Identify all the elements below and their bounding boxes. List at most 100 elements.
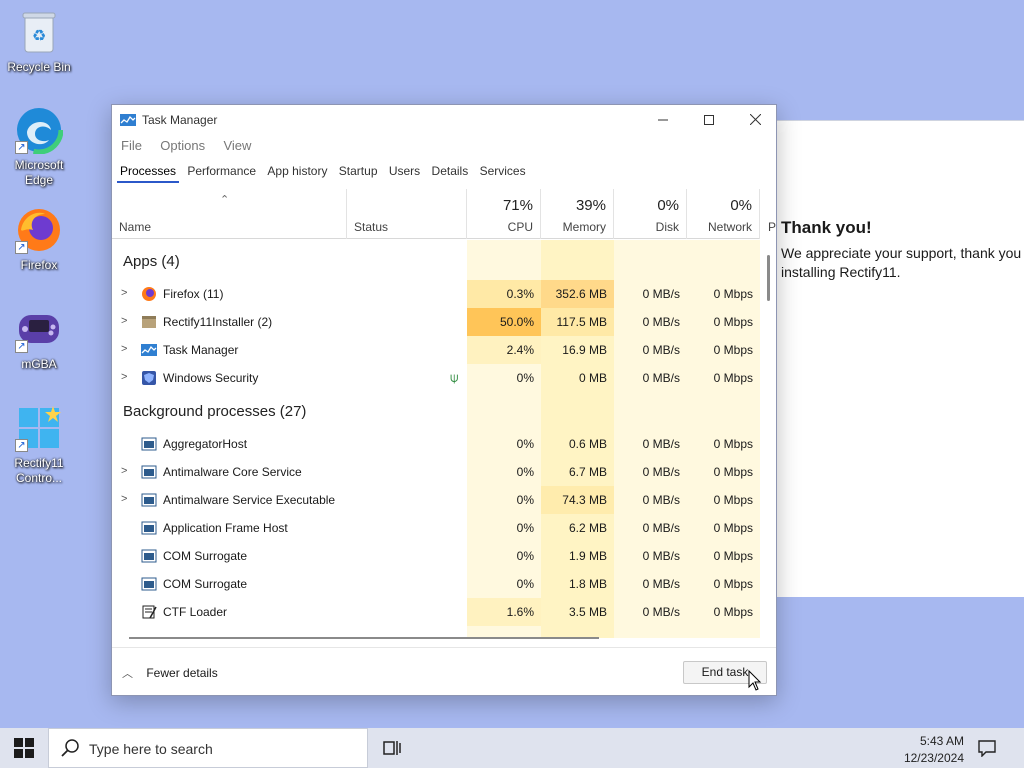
close-button[interactable] (732, 105, 778, 135)
process-window-icon (141, 576, 157, 592)
expand-chevron-icon[interactable]: > (121, 287, 127, 299)
column-network[interactable]: 0% Network (687, 189, 760, 239)
vertical-scrollbar-thumb[interactable] (767, 255, 770, 301)
sort-up-icon: ⌃ (220, 194, 230, 206)
clock-time: 5:43 AM (919, 734, 964, 748)
menu-file[interactable]: File (121, 138, 142, 153)
desktop-icon-edge[interactable]: ↗ Microsoft Edge (1, 105, 77, 188)
table-row[interactable]: AggregatorHost 0% 0.6 MB 0 MB/s 0 Mbps (112, 430, 760, 458)
tab-processes[interactable]: Processes (117, 163, 180, 183)
table-row[interactable]: COM Surrogate 0% 1.9 MB 0 MB/s 0 Mbps (112, 542, 760, 570)
table-row[interactable]: > Antimalware Core Service 0% 6.7 MB 0 M… (112, 458, 760, 486)
process-list: Apps (4) > Firefox (11) 0.3% 352.6 MB 0 … (112, 240, 760, 638)
installer-title: Thank you! (781, 218, 872, 237)
horizontal-scrollbar-thumb[interactable] (129, 637, 599, 639)
tab-app-history[interactable]: App history (264, 163, 330, 183)
table-row[interactable]: > Antimalware Service Executable 0% 74.3… (112, 486, 760, 514)
memory-cell: 0 MB (578, 371, 607, 385)
network-cell: 0 Mbps (713, 343, 753, 357)
network-total: 0% (730, 197, 752, 214)
desktop-icon-rectify11[interactable]: ↗ Rectify11 Contro... (1, 404, 77, 486)
column-power[interactable]: P (760, 189, 776, 239)
shortcut-arrow-icon: ↗ (15, 340, 28, 353)
shortcut-arrow-icon: ↗ (15, 241, 28, 254)
expand-chevron-icon[interactable]: > (121, 465, 127, 477)
memory-cell: 74.3 MB (541, 486, 614, 514)
expand-chevron-icon[interactable]: > (121, 315, 127, 327)
task-manager-window[interactable]: Task Manager File Options View Processes… (111, 104, 777, 696)
desktop-icon-mgba[interactable]: ↗ mGBA (1, 305, 77, 372)
task-manager-icon (120, 114, 136, 126)
installer-window[interactable]: Thank you! We appreciate your support, t… (740, 120, 1024, 597)
cpu-cell: 0% (516, 437, 534, 451)
expand-chevron-icon[interactable]: > (121, 343, 127, 355)
tab-services[interactable]: Services (477, 163, 529, 183)
table-row[interactable]: Application Frame Host 0% 6.2 MB 0 MB/s … (112, 514, 760, 542)
cpu-cell: 50.0% (467, 308, 541, 336)
table-row[interactable]: > Firefox (11) 0.3% 352.6 MB 0 MB/s 0 Mb… (112, 280, 760, 308)
tab-performance[interactable]: Performance (184, 163, 259, 183)
disk-total: 0% (657, 197, 679, 214)
column-name[interactable]: ⌃ Name (112, 189, 347, 239)
expand-chevron-icon[interactable]: > (121, 371, 127, 383)
process-window-icon (141, 464, 157, 480)
network-cell: 0 Mbps (713, 315, 753, 329)
column-disk[interactable]: 0% Disk (614, 189, 687, 239)
clock-date: 12/23/2024 (903, 751, 964, 765)
column-cpu[interactable]: 71% CPU (467, 189, 541, 239)
memory-cell: 3.5 MB (568, 605, 607, 619)
group-header-apps: Apps (4) (123, 253, 180, 270)
cpu-cell: 0% (516, 549, 534, 563)
tab-startup[interactable]: Startup (336, 163, 381, 183)
disk-cell: 0 MB/s (642, 577, 680, 591)
disk-cell: 0 MB/s (642, 493, 680, 507)
desktop-icon-label: mGBA (21, 357, 57, 371)
column-memory[interactable]: 39% Memory (541, 189, 614, 239)
desktop-icon-label: Firefox (20, 258, 58, 272)
minimize-icon (658, 119, 668, 121)
disk-cell: 0 MB/s (642, 315, 680, 329)
network-cell: 0 Mbps (713, 521, 753, 535)
footer-bar: ︿ Fewer details End task (112, 647, 776, 695)
maximize-icon (704, 115, 714, 125)
memory-cell: 0.6 MB (568, 437, 607, 451)
memory-total: 39% (575, 197, 606, 214)
table-row[interactable]: > Rectify11Installer (2) 50.0% 117.5 MB … (112, 308, 760, 336)
table-row[interactable]: > Task Manager 2.4% 16.9 MB 0 MB/s 0 Mbp… (112, 336, 760, 364)
network-cell: 0 Mbps (713, 371, 753, 385)
cpu-cell: 0% (516, 493, 534, 507)
desktop-icon-recycle-bin[interactable]: ♻ Recycle Bin (1, 8, 77, 75)
desktop-icon-label: Rectify11 Contro... (14, 456, 64, 485)
search-placeholder: Type here to search (89, 741, 213, 757)
notification-button[interactable] (978, 739, 996, 760)
title-bar[interactable]: Task Manager (112, 105, 776, 135)
disk-cell: 0 MB/s (642, 521, 680, 535)
table-row[interactable]: > Windows Security ⍦ 0% 0 MB 0 MB/s 0 Mb… (112, 364, 760, 392)
network-cell: 0 Mbps (713, 493, 753, 507)
firefox-icon: ↗ (15, 206, 63, 254)
disk-cell: 0 MB/s (642, 437, 680, 451)
disk-cell: 0 MB/s (642, 605, 680, 619)
tab-users[interactable]: Users (386, 163, 423, 183)
maximize-button[interactable] (686, 105, 732, 135)
fewer-details-button[interactable]: ︿ Fewer details (122, 665, 218, 681)
cpu-cell: 0% (516, 577, 534, 591)
cpu-cell: 0% (516, 371, 534, 385)
minimize-button[interactable] (640, 105, 686, 135)
task-view-button[interactable] (382, 738, 402, 761)
system-clock[interactable]: 5:43 AM 12/23/2024 (904, 733, 964, 767)
start-button[interactable] (14, 738, 34, 758)
menu-options[interactable]: Options (160, 138, 205, 153)
group-header-background: Background processes (27) (123, 403, 307, 420)
ctf-loader-icon (141, 604, 157, 620)
table-row[interactable]: COM Surrogate 0% 1.8 MB 0 MB/s 0 Mbps (112, 570, 760, 598)
taskbar-search-box[interactable]: Type here to search (48, 728, 368, 768)
table-row[interactable]: CTF Loader 1.6% 3.5 MB 0 MB/s 0 Mbps (112, 598, 760, 626)
tab-details[interactable]: Details (429, 163, 472, 183)
desktop-icon-firefox[interactable]: ↗ Firefox (1, 206, 77, 273)
memory-cell: 1.8 MB (568, 577, 607, 591)
menu-view[interactable]: View (223, 138, 251, 153)
column-status[interactable]: Status (347, 189, 467, 239)
expand-chevron-icon[interactable]: > (121, 493, 127, 505)
chevron-up-icon: ︿ (122, 668, 133, 680)
